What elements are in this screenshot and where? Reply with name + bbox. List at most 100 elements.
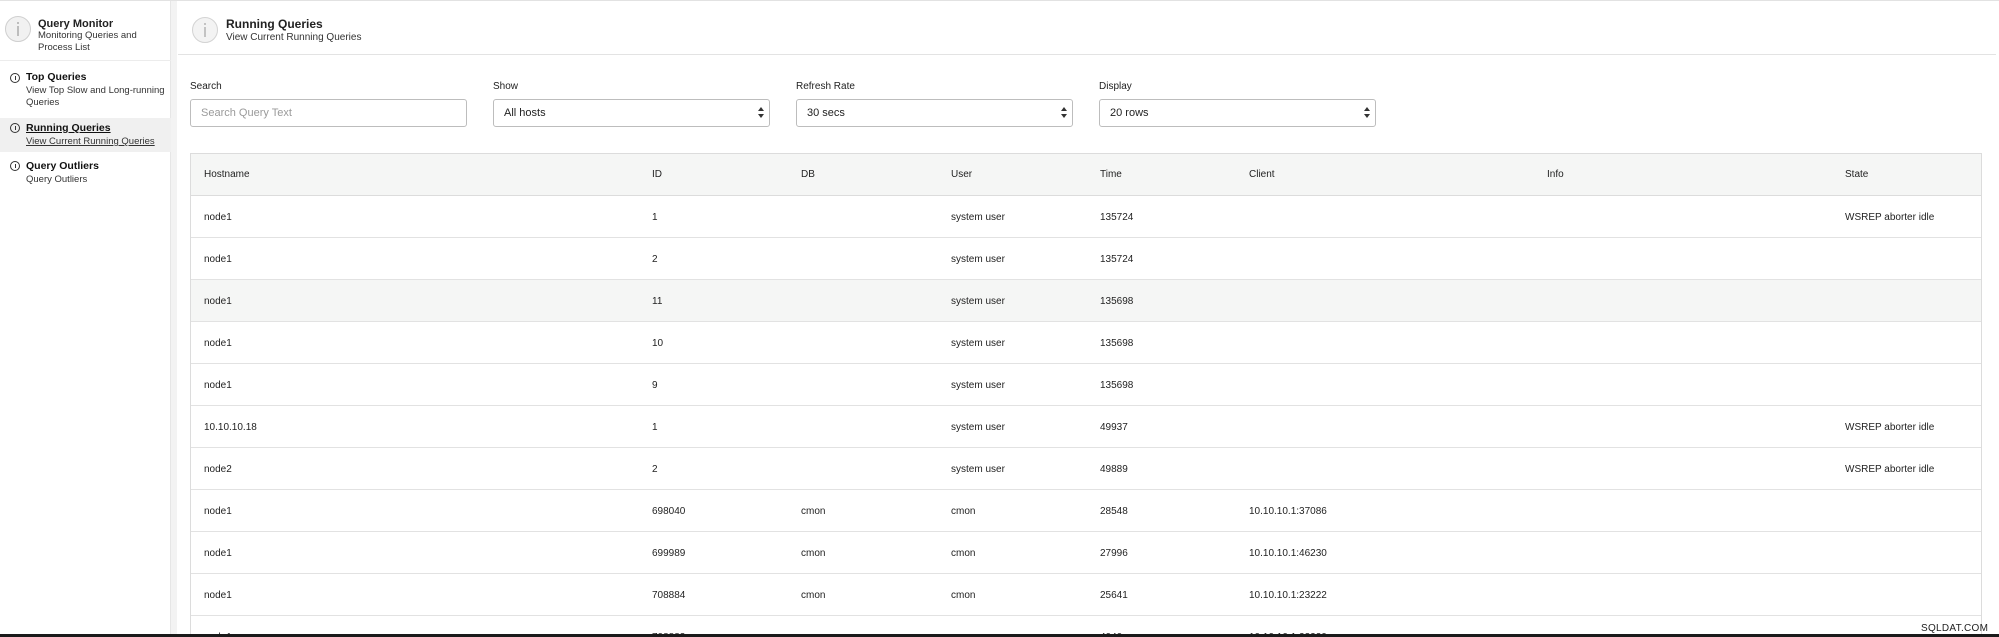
select-arrows-icon [1061, 107, 1068, 120]
cell-time: 28548 [1100, 506, 1128, 517]
table-row[interactable]: node1 11 system user 135698 [191, 280, 1981, 322]
table-row[interactable]: node1708883cmoncmon404010.10.10.1:23220 [191, 616, 1981, 634]
cell-time: 25641 [1100, 590, 1128, 601]
show-label: Show [493, 81, 519, 92]
cell-time: 135698 [1100, 380, 1134, 391]
display-label: Display [1099, 81, 1132, 92]
sidebar-item-running-queries[interactable]: Running Queries View Current Running Que… [0, 118, 171, 152]
cell-hostname: node1 [204, 548, 232, 559]
cell-id: 9 [652, 380, 658, 391]
cell-hostname: node2 [204, 464, 232, 475]
column-header-user[interactable]: User [951, 169, 972, 180]
cell-hostname: 10.10.10.18 [204, 422, 257, 433]
page-title: Running Queries [226, 17, 323, 31]
cell-hostname: node1 [204, 254, 232, 265]
cell-time: 27996 [1100, 548, 1128, 559]
cell-user: system user [951, 464, 1005, 475]
table-row[interactable]: node2 2 system user 49889 WSREP aborter idle [191, 448, 1981, 490]
refresh-rate-value: 30 secs [807, 107, 845, 119]
cell-user: system user [951, 254, 1005, 265]
cell-time: 49889 [1100, 464, 1128, 475]
cell-id: 708884 [652, 590, 686, 601]
app-header: Query Monitor Monitoring Queries and Pro… [0, 1, 171, 61]
sidebar-item-label[interactable]: Running Queries [26, 122, 111, 134]
cell-hostname: node1 [204, 338, 232, 349]
column-header-db[interactable]: DB [801, 169, 815, 180]
cell-state: WSREP aborter idle [1845, 464, 1935, 475]
show-select-value: All hosts [504, 107, 546, 119]
cell-user: system user [951, 338, 1005, 349]
table-row[interactable]: node1 9 system user 135698 [191, 364, 1981, 406]
cell-user: system user [951, 296, 1005, 307]
table-row[interactable]: node1 699989 cmon cmon 27996 10.10.10.1:46230 [191, 532, 1981, 574]
cell-id: 699989 [652, 548, 686, 559]
cell-time: 135698 [1100, 296, 1134, 307]
info-icon [192, 17, 218, 43]
table-row[interactable]: node1 1 system user 135724 WSREP aborter idl… [191, 196, 1981, 238]
app-subtitle: Monitoring Queries and Process List [38, 30, 137, 53]
sidebar-item-top-queries[interactable]: Top Queries View Top Slow and Long-runni… [0, 65, 171, 113]
cell-client: 10.10.10.1:37086 [1249, 506, 1327, 517]
select-arrows-icon [1364, 107, 1371, 120]
sidebar: Query Monitor Monitoring Queries and Pro… [0, 1, 171, 634]
sidebar-item-description[interactable]: Query Outliers [26, 174, 168, 186]
cell-hostname: node1 [204, 212, 232, 223]
sidebar-divider [171, 1, 177, 634]
cell-hostname: node1 [204, 506, 232, 517]
cell-user: system user [951, 380, 1005, 391]
cell-hostname: node1 [204, 296, 232, 307]
column-header-info[interactable]: Info [1547, 169, 1564, 180]
cell-time: 135724 [1100, 212, 1134, 223]
column-header-time[interactable]: Time [1100, 169, 1122, 180]
cell-user: system user [951, 212, 1005, 223]
cell-client: 10.10.10.1:23222 [1249, 590, 1327, 601]
cell-user: cmon [951, 548, 976, 559]
info-circle-icon [10, 161, 20, 171]
cell-db: cmon [801, 548, 826, 559]
column-header-state[interactable]: State [1845, 169, 1868, 180]
page-subtitle: View Current Running Queries [226, 32, 362, 43]
table-row[interactable]: node1 708884 cmon cmon 25641 10.10.10.1:23222 [191, 574, 1981, 616]
cell-user: system user [951, 422, 1005, 433]
sidebar-item-label[interactable]: Query Outliers [26, 160, 99, 172]
cell-client: 10.10.10.1:46230 [1249, 548, 1327, 559]
cell-state: WSREP aborter idle [1845, 212, 1935, 223]
cell-id: 10 [652, 338, 664, 349]
cell-id: 1 [652, 212, 658, 223]
table-row[interactable]: node1 10 system user 135698 [191, 322, 1981, 364]
sidebar-item-description[interactable]: View Current Running Queries [26, 136, 168, 148]
app-title: Query Monitor [38, 18, 114, 30]
table-row[interactable]: node1 2 system user 135724 [191, 238, 1981, 280]
refresh-rate-select[interactable]: 30 secs [796, 99, 1073, 127]
cell-db: cmon [801, 506, 826, 517]
cell-user: cmon [951, 590, 976, 601]
cell-id: 698040 [652, 506, 686, 517]
sidebar-item-query-outliers[interactable]: Query Outliers Query Outliers [0, 156, 171, 190]
cell-id: 2 [652, 254, 658, 265]
search-label: Search [190, 81, 222, 92]
column-header-id[interactable]: ID [652, 169, 662, 180]
cell-time: 49937 [1100, 422, 1128, 433]
cell-user: cmon [951, 506, 976, 517]
display-select[interactable]: 20 rows [1099, 99, 1376, 127]
column-header-client[interactable]: Client [1249, 169, 1275, 180]
cell-id: 1 [652, 422, 658, 433]
search-input[interactable] [190, 99, 467, 127]
sidebar-item-label[interactable]: Top Queries [26, 71, 86, 83]
cell-hostname: node1 [204, 380, 232, 391]
table-header: Hostname ID DB User Time Client Info Sta… [191, 154, 1981, 196]
cell-time: 135724 [1100, 254, 1134, 265]
cell-id: 11 [652, 296, 663, 307]
cell-db: cmon [801, 590, 826, 601]
table-row[interactable]: node1 698040 cmon cmon 28548 10.10.10.1:37086 [191, 490, 1981, 532]
cell-time: 135698 [1100, 338, 1134, 349]
info-circle-icon [10, 123, 20, 133]
table-row[interactable]: 10.10.10.18 1 system user 49937 WSREP aborte… [191, 406, 1981, 448]
sidebar-item-description[interactable]: View Top Slow and Long-running Queries [26, 85, 168, 109]
show-select[interactable]: All hosts [493, 99, 770, 127]
info-icon [5, 16, 31, 42]
info-circle-icon [10, 73, 20, 83]
select-arrows-icon [758, 107, 765, 120]
column-header-hostname[interactable]: Hostname [204, 169, 250, 180]
cell-id: 2 [652, 464, 658, 475]
